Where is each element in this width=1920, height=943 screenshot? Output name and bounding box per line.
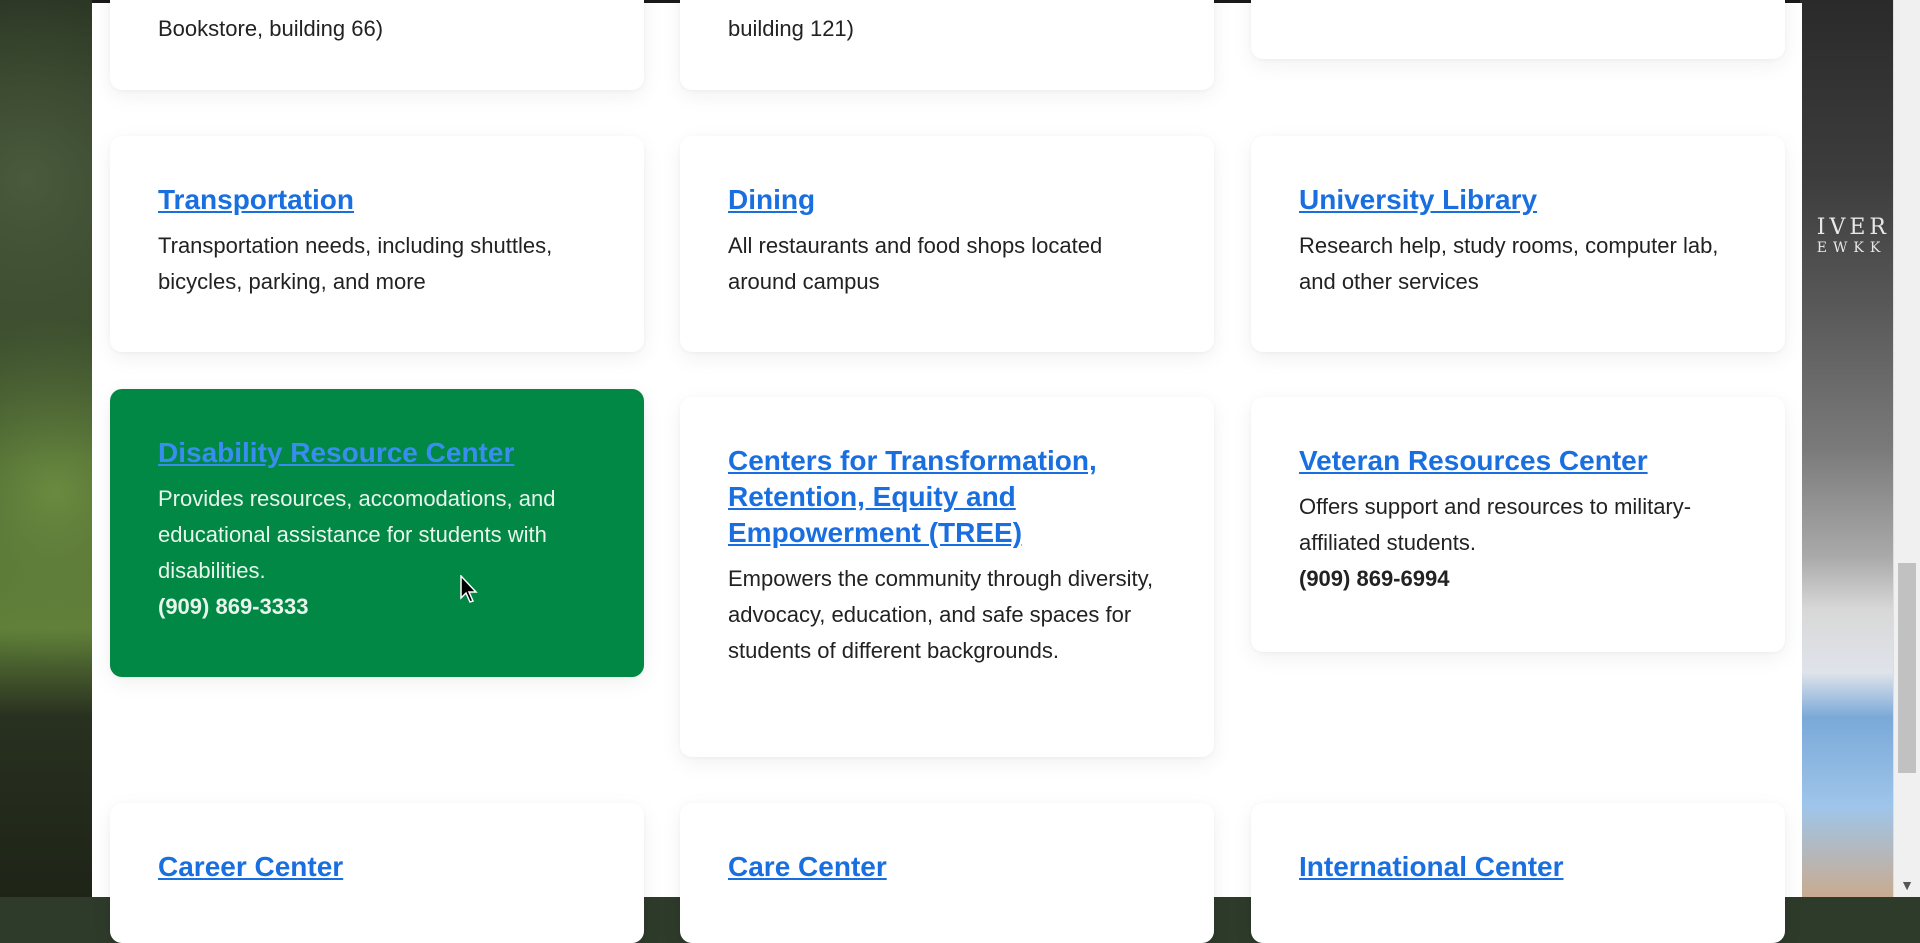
scrollbar-thumb[interactable] — [1898, 563, 1916, 773]
card-partial-1-desc: Bookstore, building 66) — [158, 16, 384, 41]
transportation-desc: Transportation needs, including shuttles… — [158, 233, 553, 294]
card-transportation: Transportation Transportation needs, inc… — [110, 136, 644, 352]
card-care-center: Care Center — [680, 803, 1214, 943]
building-sign: IVER EWKK — [1817, 215, 1890, 256]
career-link[interactable]: Career Center — [158, 849, 596, 885]
care-link[interactable]: Care Center — [728, 849, 1166, 885]
tree-link[interactable]: Centers for Transformation, Retention, E… — [728, 443, 1166, 551]
card-tree: Centers for Transformation, Retention, E… — [680, 397, 1214, 757]
background-photo-trees — [0, 0, 92, 897]
mouse-cursor-icon — [460, 575, 478, 603]
building-sign-line1: IVER — [1816, 215, 1890, 240]
background-photo-building — [1800, 0, 1894, 897]
card-dining: Dining All restaurants and food shops lo… — [680, 136, 1214, 352]
tree-desc: Empowers the community through diversity… — [728, 566, 1154, 663]
scroll-down-arrow-icon[interactable]: ▼ — [1900, 877, 1914, 893]
drc-desc: Provides resources, accomodations, and e… — [158, 486, 556, 583]
dining-desc: All restaurants and food shops located a… — [728, 233, 1103, 294]
card-disability-resource-center[interactable]: Disability Resource Center Provides reso… — [110, 389, 644, 677]
card-veteran-resources: Veteran Resources Center Offers support … — [1251, 397, 1785, 652]
card-library: University Library Research help, study … — [1251, 136, 1785, 352]
veteran-phone: (909) 869-6994 — [1299, 566, 1450, 591]
veteran-link[interactable]: Veteran Resources Center — [1299, 443, 1737, 479]
building-sign-line2: EWKK — [1816, 240, 1887, 256]
card-partial-2-desc: building 121) — [728, 16, 854, 41]
card-partial-1: Bookstore, building 66) — [110, 0, 644, 90]
international-link[interactable]: International Center — [1299, 849, 1737, 885]
transportation-link[interactable]: Transportation — [158, 182, 596, 218]
library-link[interactable]: University Library — [1299, 182, 1737, 218]
veteran-desc: Offers support and resources to military… — [1299, 494, 1692, 555]
drc-phone: (909) 869-3333 — [158, 594, 309, 619]
page-scrollbar[interactable]: ▼ — [1893, 0, 1920, 897]
card-international-center: International Center — [1251, 803, 1785, 943]
card-career-center: Career Center — [110, 803, 644, 943]
library-desc: Research help, study rooms, computer lab… — [1299, 233, 1719, 294]
drc-link[interactable]: Disability Resource Center — [158, 435, 596, 471]
card-partial-3 — [1251, 0, 1785, 59]
dining-link[interactable]: Dining — [728, 182, 1166, 218]
services-grid: Bookstore, building 66) building 121) Tr… — [92, 0, 1802, 943]
card-partial-2: building 121) — [680, 0, 1214, 90]
